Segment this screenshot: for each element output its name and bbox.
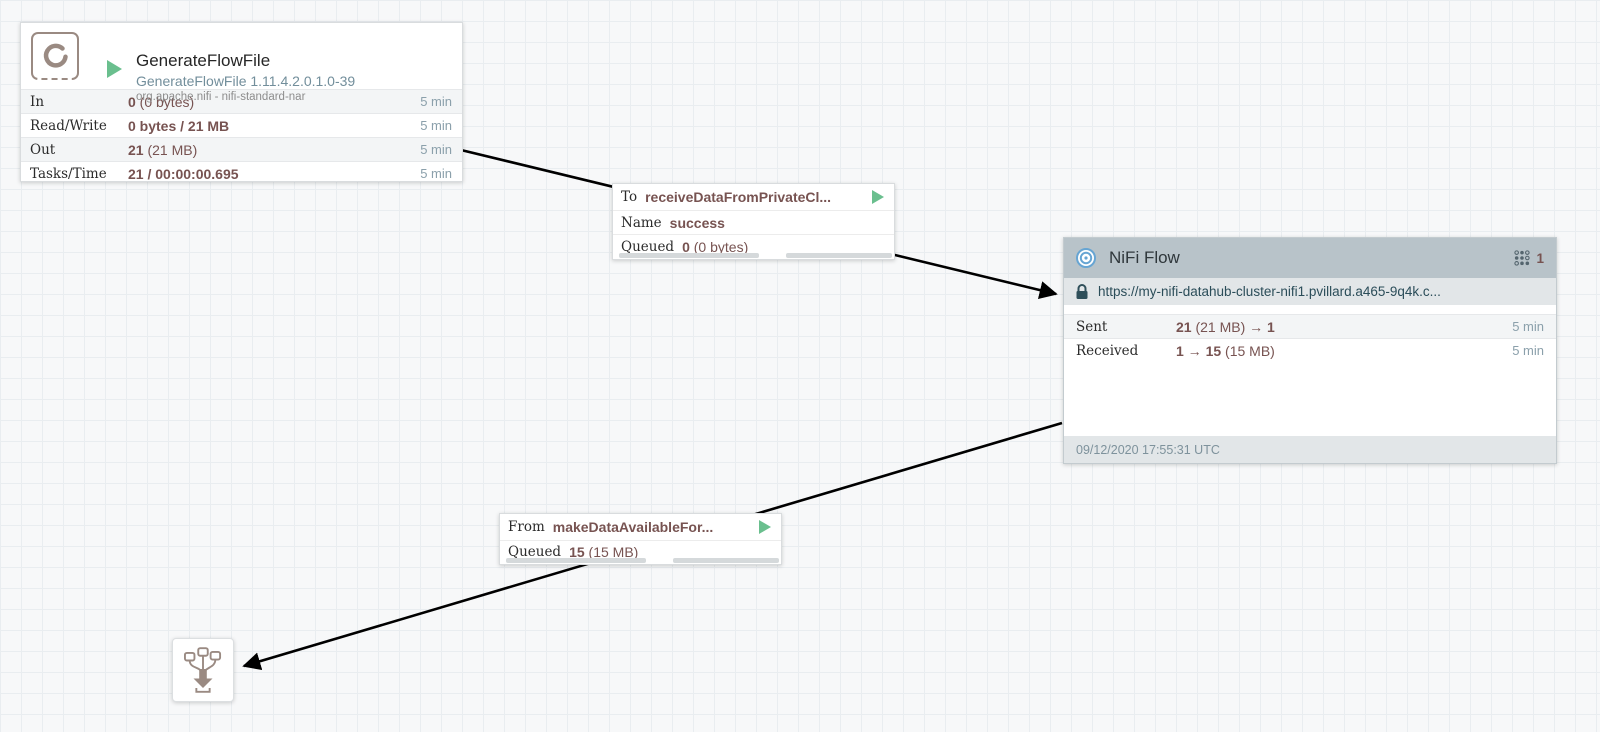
connection-from-row: From makeDataAvailableFor... bbox=[500, 514, 781, 541]
backpressure-object-bar bbox=[619, 253, 759, 258]
remote-stat-row-received: Received 1 → 15 (15 MB) 5 min bbox=[1064, 338, 1556, 362]
connection-from-value: makeDataAvailableFor... bbox=[553, 519, 714, 535]
processor-header: GenerateFlowFile GenerateFlowFile 1.11.4… bbox=[21, 23, 462, 89]
processor-stat-row-out: Out 21 (21 MB) 5 min bbox=[21, 137, 462, 161]
stat-value: 21 (21 MB) → 1 bbox=[1176, 319, 1512, 335]
stat-label: In bbox=[21, 94, 128, 110]
processor-stat-row-taskstime: Tasks/Time 21 / 00:00:00.695 5 min bbox=[21, 161, 462, 185]
remote-group-url-row: https://my-nifi-datahub-cluster-nifi1.pv… bbox=[1064, 278, 1556, 305]
connection-from-key: From bbox=[508, 519, 545, 535]
processor-bundle: org.apache.nifi - nifi-standard-nar bbox=[136, 91, 305, 103]
stat-label: Sent bbox=[1064, 319, 1176, 335]
connection-name-row: Name success bbox=[613, 211, 894, 235]
remote-port-count: 1 bbox=[1536, 251, 1544, 266]
remote-group-url: https://my-nifi-datahub-cluster-nifi1.pv… bbox=[1098, 284, 1441, 299]
connection-name-value: success bbox=[670, 215, 725, 231]
backpressure-size-bar bbox=[673, 558, 779, 563]
stat-window: 5 min bbox=[420, 142, 462, 157]
funnel-component[interactable] bbox=[172, 638, 234, 702]
stat-label: Tasks/Time bbox=[21, 166, 128, 182]
remote-process-group-nifi-flow[interactable]: NiFi Flow 1 https://my-nifi-datahub-clus… bbox=[1063, 237, 1557, 464]
remote-group-bullseye-icon bbox=[1075, 247, 1097, 269]
processor-loop-icon bbox=[31, 32, 79, 80]
processor-title: GenerateFlowFile bbox=[136, 51, 270, 71]
remote-group-last-refreshed: 09/12/2020 17:55:31 UTC bbox=[1064, 436, 1556, 463]
stat-window: 5 min bbox=[1512, 343, 1556, 358]
funnel-icon bbox=[184, 646, 222, 694]
processor-type: GenerateFlowFile 1.11.4.2.0.1.0-39 bbox=[136, 73, 355, 89]
stat-window: 5 min bbox=[420, 118, 462, 133]
stat-window: 5 min bbox=[420, 94, 462, 109]
stat-value: 0 bytes / 21 MB bbox=[128, 118, 420, 134]
backpressure-bars bbox=[613, 253, 894, 258]
remote-group-header: NiFi Flow 1 bbox=[1064, 238, 1556, 278]
backpressure-size-bar bbox=[786, 253, 892, 258]
connection-name-key: Name bbox=[621, 215, 662, 231]
connection-label-from[interactable]: From makeDataAvailableFor... Queued 15 (… bbox=[499, 513, 782, 565]
connection-to-row: To receiveDataFromPrivateCl... bbox=[613, 184, 894, 211]
stat-value: 21 (21 MB) bbox=[128, 142, 420, 158]
stat-window: 5 min bbox=[1512, 319, 1556, 334]
source-run-status-icon bbox=[759, 520, 771, 534]
processor-generateflowfile[interactable]: GenerateFlowFile GenerateFlowFile 1.11.4… bbox=[20, 22, 463, 182]
stat-label: Received bbox=[1064, 343, 1176, 359]
connection-label-success[interactable]: To receiveDataFromPrivateCl... Name succ… bbox=[612, 183, 895, 260]
backpressure-object-bar bbox=[506, 558, 646, 563]
stat-label: Read/Write bbox=[21, 118, 128, 134]
remote-ports-grid-icon bbox=[1514, 250, 1530, 266]
secure-lock-icon bbox=[1075, 284, 1089, 300]
processor-stat-row-readwrite: Read/Write 0 bytes / 21 MB 5 min bbox=[21, 113, 462, 137]
remote-stat-row-sent: Sent 21 (21 MB) → 1 5 min bbox=[1064, 314, 1556, 338]
connection-to-value: receiveDataFromPrivateCl... bbox=[645, 189, 831, 205]
target-run-status-icon bbox=[872, 190, 884, 204]
stat-label: Out bbox=[21, 142, 128, 158]
run-status-icon bbox=[107, 60, 122, 78]
stat-value: 1 → 15 (15 MB) bbox=[1176, 343, 1512, 359]
backpressure-bars bbox=[500, 558, 781, 563]
stat-window: 5 min bbox=[420, 166, 462, 181]
connection-to-key: To bbox=[621, 189, 637, 205]
stat-value: 21 / 00:00:00.695 bbox=[128, 166, 420, 182]
remote-group-title: NiFi Flow bbox=[1109, 248, 1180, 268]
